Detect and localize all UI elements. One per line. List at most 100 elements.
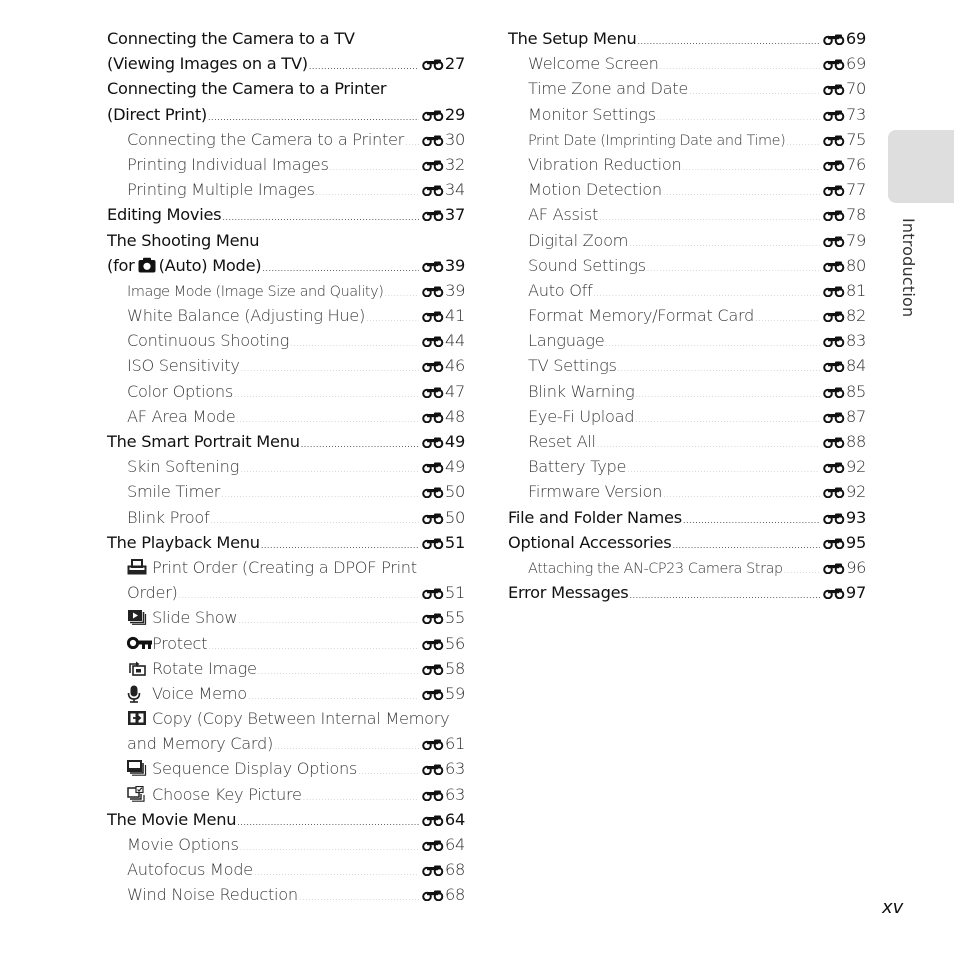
toc-entry[interactable]: Slide Show 55 [107,605,465,630]
toc-entry[interactable]: Auto Off 81 [508,278,866,303]
toc-entry[interactable]: Digital Zoom 79 [508,228,866,253]
toc-entry[interactable]: Order) 51 [107,580,465,605]
page-reference[interactable]: 39 [422,253,465,278]
toc-entry[interactable]: Sequence Display Options 63 [107,756,465,781]
toc-entry[interactable]: AF Area Mode 48 [107,404,465,429]
toc-entry[interactable]: Wind Noise Reduction 68 [107,882,465,907]
toc-entry[interactable]: The Setup Menu 69 [508,26,866,51]
toc-entry[interactable]: (for (Auto) Mode) 39 [107,253,465,278]
toc-entry[interactable]: Optional Accessories 95 [508,530,866,555]
page-reference[interactable]: 87 [823,404,866,429]
page-reference[interactable]: 70 [823,76,866,101]
page-reference[interactable]: 92 [823,454,866,479]
page-reference[interactable]: 69 [823,26,866,51]
toc-entry[interactable]: Movie Options 64 [107,832,465,857]
page-reference[interactable]: 51 [422,580,465,605]
page-reference[interactable]: 83 [823,328,866,353]
toc-entry[interactable]: Print Date (Imprinting Date and Time) 75 [508,127,866,152]
page-reference[interactable]: 27 [422,51,465,76]
page-reference[interactable]: 92 [823,479,866,504]
page-reference[interactable]: 85 [823,379,866,404]
page-reference[interactable]: 73 [823,102,866,127]
page-reference[interactable]: 61 [422,731,465,756]
section-tab[interactable] [888,130,954,203]
page-reference[interactable]: 44 [422,328,465,353]
toc-entry[interactable]: Format Memory/Format Card 82 [508,303,866,328]
toc-entry[interactable]: The Movie Menu 64 [107,807,465,832]
page-reference[interactable]: 63 [422,782,465,807]
toc-entry[interactable]: Monitor Settings 73 [508,102,866,127]
page-reference[interactable]: 41 [422,303,465,328]
page-reference[interactable]: 51 [422,530,465,555]
toc-entry[interactable]: Smile Timer 50 [107,479,465,504]
toc-entry[interactable]: Blink Warning 85 [508,379,866,404]
page-reference[interactable]: 82 [823,303,866,328]
page-reference[interactable]: 69 [823,51,866,76]
page-reference[interactable]: 77 [823,177,866,202]
page-reference[interactable]: 68 [422,882,465,907]
page-reference[interactable]: 95 [823,530,866,555]
toc-entry[interactable]: The Smart Portrait Menu 49 [107,429,465,454]
toc-entry[interactable]: Battery Type 92 [508,454,866,479]
toc-entry[interactable]: Welcome Screen 69 [508,51,866,76]
page-reference[interactable]: 29 [422,102,465,127]
toc-entry[interactable]: Motion Detection 77 [508,177,866,202]
page-reference[interactable]: 76 [823,152,866,177]
page-reference[interactable]: 79 [823,228,866,253]
page-reference[interactable]: 63 [422,756,465,781]
toc-entry[interactable]: Protect 56 [107,631,465,656]
toc-entry[interactable]: Editing Movies 37 [107,202,465,227]
toc-entry[interactable]: Skin Softening 49 [107,454,465,479]
page-reference[interactable]: 47 [422,379,465,404]
toc-entry[interactable]: (Direct Print) 29 [107,102,465,127]
toc-entry[interactable]: Error Messages 97 [508,580,866,605]
toc-entry[interactable]: and Memory Card) 61 [107,731,465,756]
page-reference[interactable]: 49 [422,454,465,479]
toc-entry[interactable]: Connecting the Camera to a Printer 30 [107,127,465,152]
page-reference[interactable]: 30 [422,127,465,152]
toc-entry[interactable]: File and Folder Names 93 [508,505,866,530]
page-reference[interactable]: 34 [422,177,465,202]
toc-entry[interactable]: ISO Sensitivity 46 [107,353,465,378]
toc-entry[interactable]: Eye-Fi Upload 87 [508,404,866,429]
toc-entry[interactable]: Choose Key Picture 63 [107,782,465,807]
toc-entry[interactable]: Sound Settings 80 [508,253,866,278]
toc-entry[interactable]: Language 83 [508,328,866,353]
toc-entry[interactable]: Image Mode (Image Size and Quality) 39 [107,278,465,303]
page-reference[interactable]: 81 [823,278,866,303]
page-reference[interactable]: 88 [823,429,866,454]
toc-entry[interactable]: Rotate Image 58 [107,656,465,681]
toc-entry[interactable]: Blink Proof 50 [107,505,465,530]
toc-entry[interactable]: Time Zone and Date 70 [508,76,866,101]
page-reference[interactable]: 37 [422,202,465,227]
toc-entry[interactable]: White Balance (Adjusting Hue) 41 [107,303,465,328]
toc-entry[interactable]: Printing Multiple Images 34 [107,177,465,202]
toc-entry[interactable]: Printing Individual Images 32 [107,152,465,177]
page-reference[interactable]: 80 [823,253,866,278]
toc-entry[interactable]: (Viewing Images on a TV) 27 [107,51,465,76]
toc-entry[interactable]: Reset All 88 [508,429,866,454]
page-reference[interactable]: 97 [823,580,866,605]
page-reference[interactable]: 49 [422,429,465,454]
page-reference[interactable]: 58 [422,656,465,681]
page-reference[interactable]: 48 [422,404,465,429]
toc-entry[interactable]: The Playback Menu 51 [107,530,465,555]
toc-entry[interactable]: Continuous Shooting 44 [107,328,465,353]
page-reference[interactable]: 75 [823,127,866,152]
page-reference[interactable]: 46 [422,353,465,378]
toc-entry[interactable]: Autofocus Mode 68 [107,857,465,882]
toc-entry[interactable]: Vibration Reduction 76 [508,152,866,177]
toc-entry[interactable]: Voice Memo 59 [107,681,465,706]
page-reference[interactable]: 68 [422,857,465,882]
page-reference[interactable]: 32 [422,152,465,177]
page-reference[interactable]: 64 [422,832,465,857]
page-reference[interactable]: 55 [422,605,465,630]
toc-entry[interactable]: Firmware Version 92 [508,479,866,504]
page-reference[interactable]: 93 [823,505,866,530]
page-reference[interactable]: 84 [823,353,866,378]
page-reference[interactable]: 50 [422,505,465,530]
page-reference[interactable]: 96 [823,555,866,580]
page-reference[interactable]: 78 [823,202,866,227]
page-reference[interactable]: 39 [422,278,465,303]
page-reference[interactable]: 64 [422,807,465,832]
